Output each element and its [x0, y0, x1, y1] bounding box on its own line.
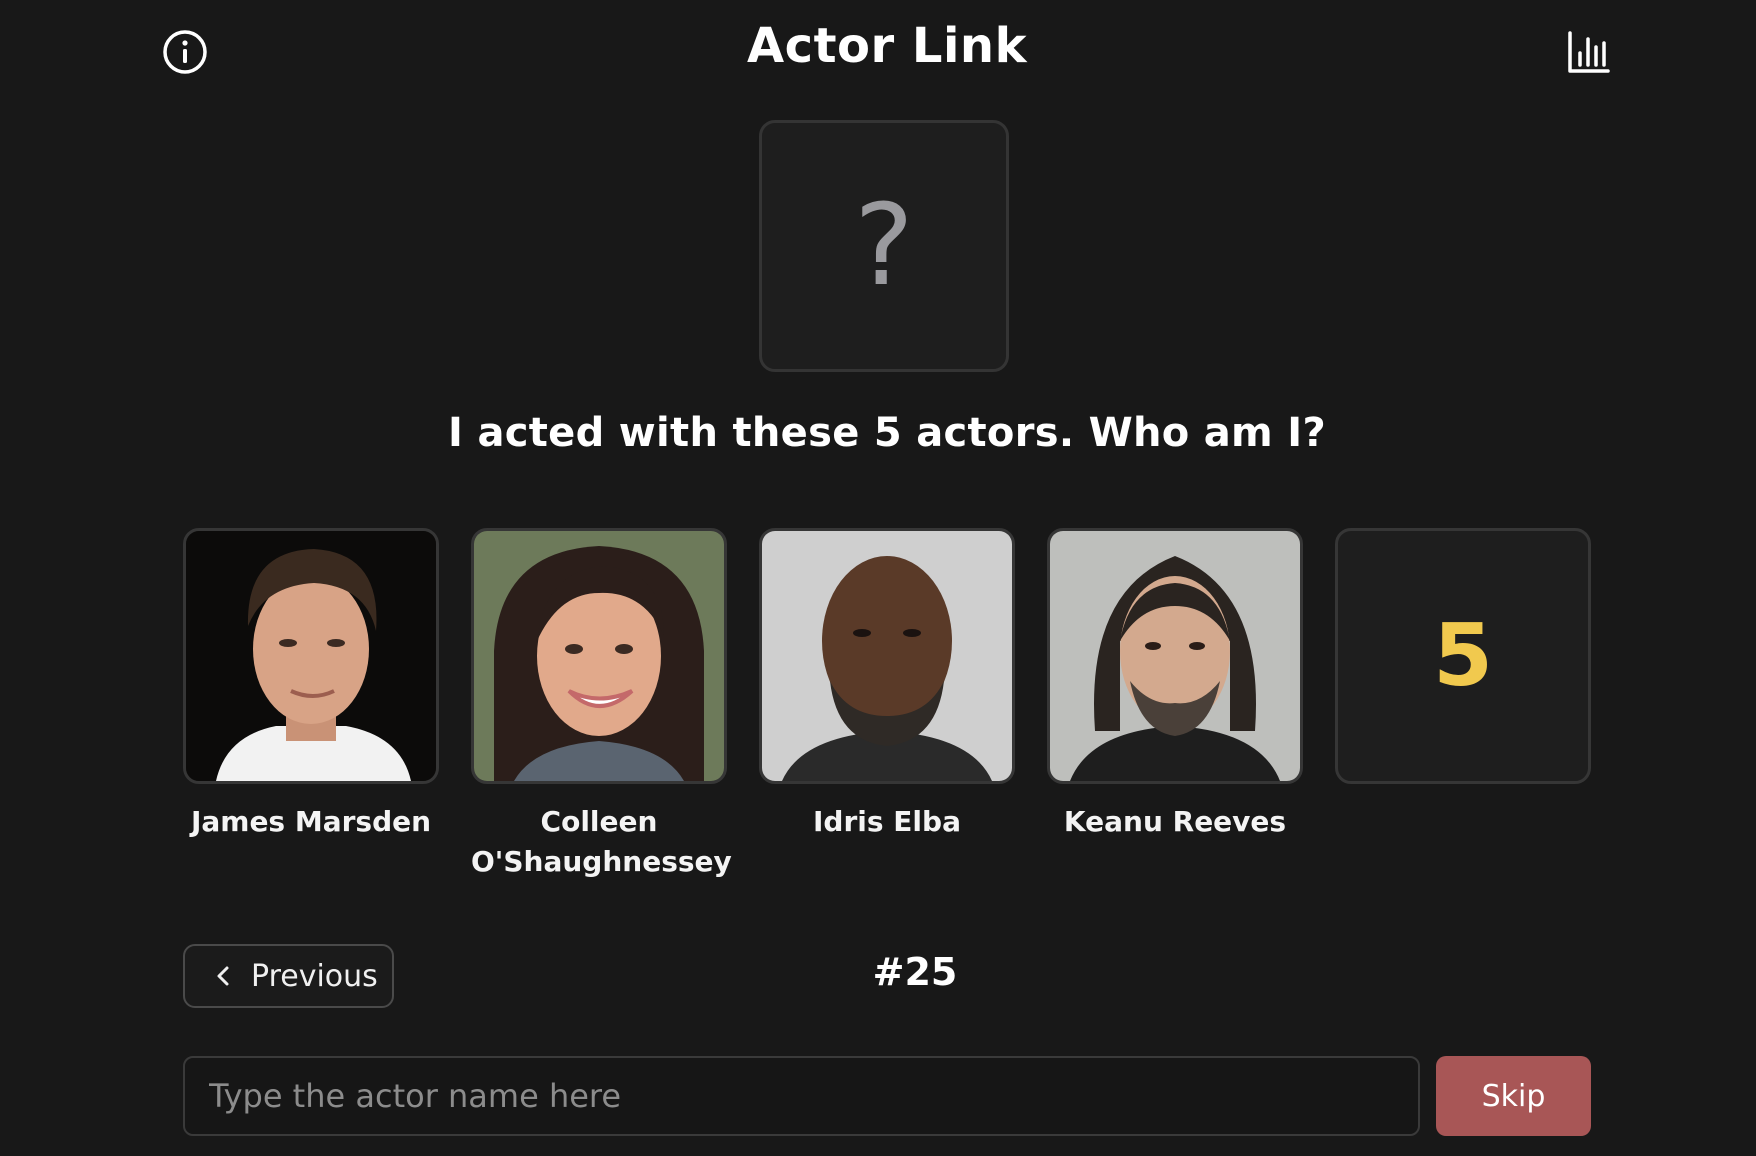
- question-mark: ?: [854, 181, 914, 311]
- actor-name: Keanu Reeves: [1063, 805, 1287, 838]
- actor-card[interactable]: James Marsden: [183, 528, 439, 842]
- bar-chart-icon[interactable]: [1564, 29, 1612, 77]
- app-title: Actor Link: [746, 18, 1028, 74]
- actor-name-input[interactable]: [183, 1056, 1420, 1136]
- actor-card[interactable]: Idris Elba: [759, 528, 1015, 842]
- previous-label: Previous: [251, 958, 378, 994]
- question-prompt: I acted with these 5 actors. Who am I?: [448, 410, 1326, 456]
- app-header: Actor Link: [0, 0, 1756, 110]
- actor-name: Idris Elba: [813, 805, 961, 838]
- previous-button[interactable]: Previous: [183, 944, 394, 1008]
- actor-photo: [183, 528, 439, 784]
- remaining-count-card: 5: [1335, 528, 1591, 784]
- actor-name: James Marsden: [190, 805, 432, 838]
- puzzle-number: #25: [872, 950, 958, 994]
- chevron-left-icon: [217, 966, 229, 986]
- actor-card[interactable]: Keanu Reeves: [1047, 528, 1303, 842]
- actor-photo: [471, 528, 727, 784]
- skip-button[interactable]: Skip: [1436, 1056, 1591, 1136]
- remaining-count-box: 5: [1335, 528, 1591, 784]
- actor-photo: [759, 528, 1015, 784]
- mystery-actor-box: ?: [759, 120, 1009, 372]
- remaining-count: 5: [1433, 606, 1493, 706]
- actor-name: Colleen O'Shaughnessey: [471, 805, 732, 878]
- actor-card[interactable]: Colleen O'Shaughnessey: [471, 528, 732, 882]
- actor-photo: [1047, 528, 1303, 784]
